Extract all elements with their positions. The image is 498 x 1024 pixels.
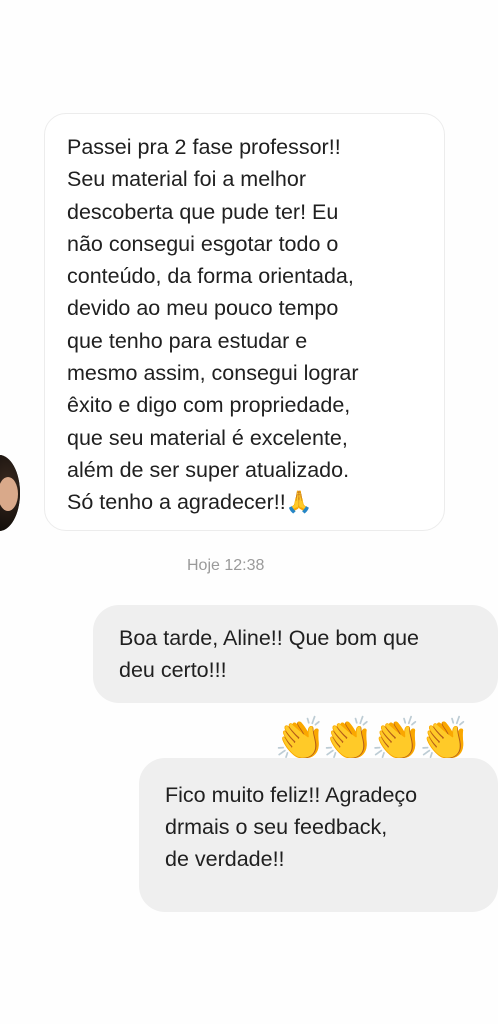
received-message-text: Passei pra 2 fase professor!! Seu materi… <box>67 135 359 515</box>
clapping-hands-emoji-message[interactable]: 👏👏👏👏 <box>274 714 498 764</box>
chat-thread: Passei pra 2 fase professor!! Seu materi… <box>0 0 498 1024</box>
sent-message-text: Boa tarde, Aline!! Que bom que deu certo… <box>119 626 420 682</box>
sent-message-bubble[interactable]: Fico muito feliz!! Agradeço drmais o seu… <box>139 758 498 912</box>
message-timestamp: Hoje 12:38 <box>187 557 265 574</box>
received-message-bubble[interactable]: Passei pra 2 fase professor!! Seu materi… <box>44 113 445 531</box>
contact-avatar[interactable] <box>0 455 20 531</box>
sent-message-bubble[interactable]: Boa tarde, Aline!! Que bom que deu certo… <box>93 605 498 703</box>
sent-message-text: Fico muito feliz!! Agradeço drmais o seu… <box>165 783 418 871</box>
